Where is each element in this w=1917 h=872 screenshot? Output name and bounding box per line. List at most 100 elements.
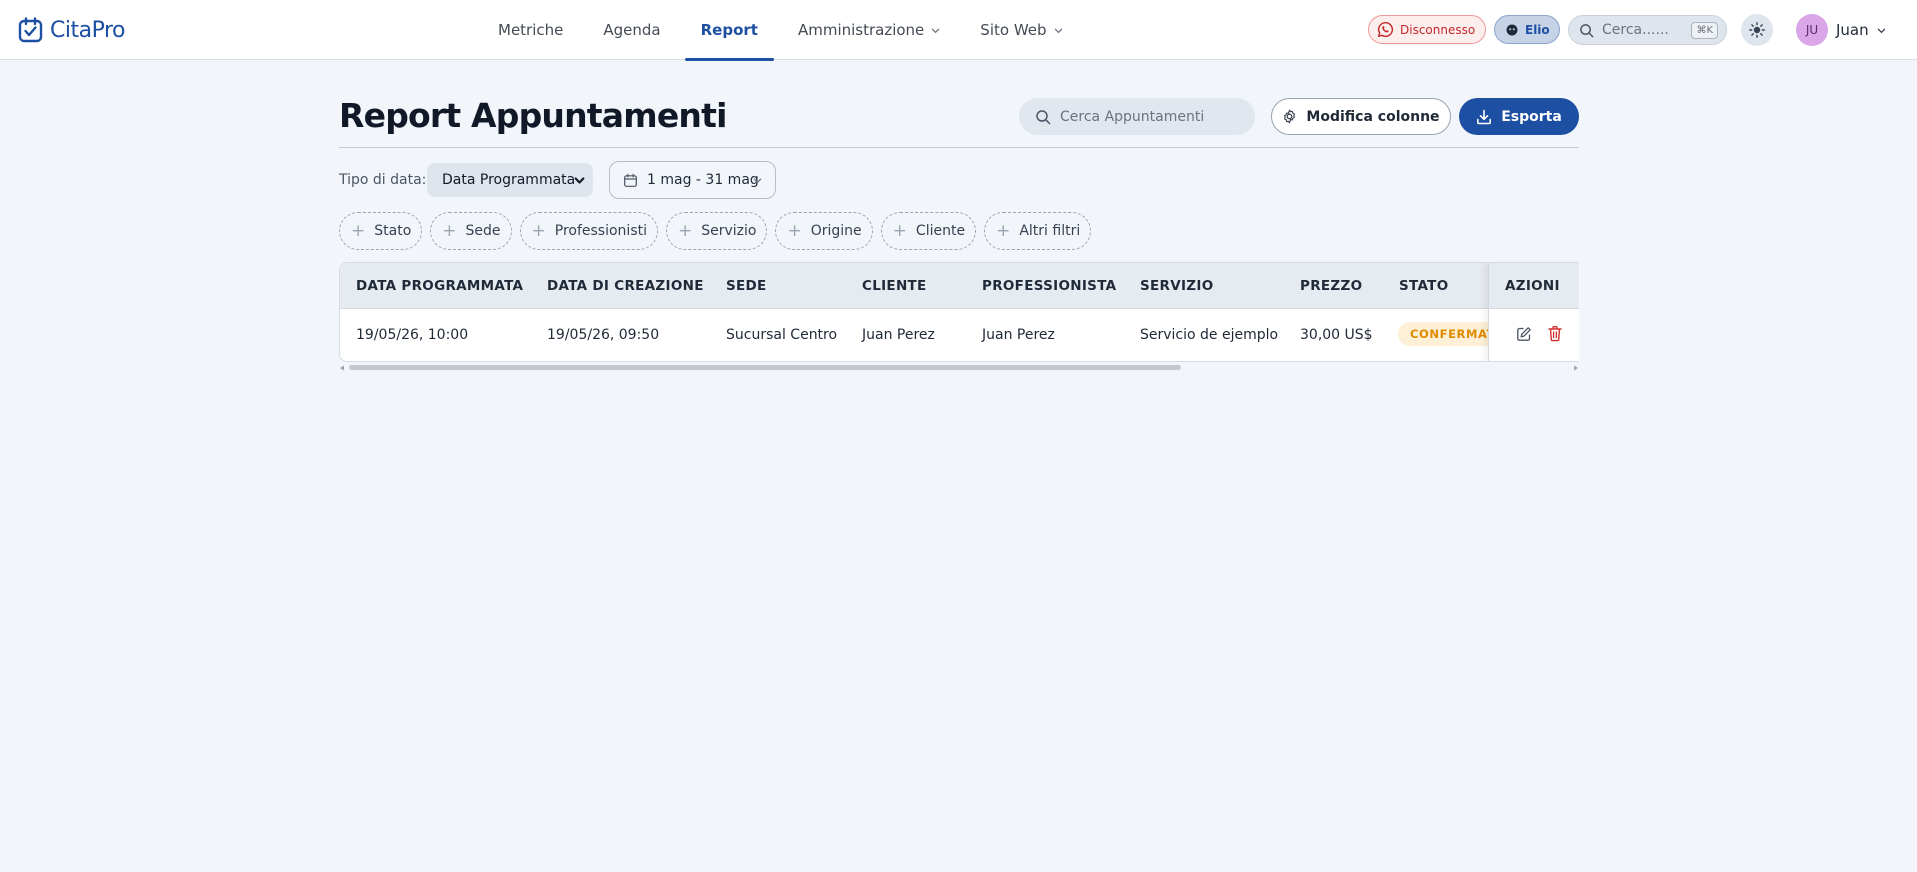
scrollbar-thumb[interactable] [349,365,1181,370]
column-header-professionista[interactable]: PROFESSIONISTA [982,278,1116,294]
nav-label: Metriche [498,21,564,39]
global-search-input[interactable]: Cerca...... ⌘K [1568,15,1727,45]
download-icon [1477,109,1492,124]
plus-icon: + [442,220,457,241]
date-type-label: Tipo di data: [339,172,427,188]
appointments-search-input[interactable]: Cerca Appuntamenti [1019,98,1255,135]
column-header-prezzo[interactable]: PREZZO [1300,278,1362,294]
filter-chip-sede[interactable]: + Sede [430,212,512,250]
app-logo[interactable]: CitaPro [18,16,125,44]
filter-chip-origine[interactable]: + Origine [775,212,873,250]
filter-chip-cliente[interactable]: + Cliente [880,212,977,250]
column-header-data-programmata[interactable]: DATA PROGRAMMATA [356,278,523,294]
cell-client: Juan Perez [862,327,935,343]
assistant-name: Elio [1525,22,1550,37]
cell-location: Sucursal Centro [726,327,838,343]
sun-icon [1749,22,1765,38]
header-divider [339,147,1579,148]
nav-label: Sito Web [980,21,1047,39]
plus-icon: + [787,220,802,241]
chevron-down-icon [1054,28,1062,33]
nav-label: Amministrazione [797,21,925,39]
plus-icon: + [351,220,366,241]
theme-toggle-button[interactable] [1741,14,1773,46]
nav-item-metriche[interactable]: Metriche [478,0,583,60]
column-header-stato[interactable]: STATO [1399,278,1448,294]
filter-chips: + Stato + Sede + Professionisti + Servizio +… [339,212,1092,250]
column-header-cliente[interactable]: CLIENTE [862,278,927,294]
whatsapp-icon [1377,21,1394,38]
chevron-down-icon [932,28,940,33]
column-header-azioni: AZIONI [1505,278,1560,294]
whatsapp-status-text: Disconnesso [1400,22,1476,37]
plus-icon: + [996,220,1011,241]
nav-label: Agenda [603,21,661,39]
gear-icon [1284,109,1296,124]
export-button[interactable]: Esporta [1459,98,1579,135]
table-row[interactable]: 19/05/26, 10:00 19/05/26, 09:50 Sucursal… [340,310,1579,361]
column-header-servizio[interactable]: SERVIZIO [1140,278,1214,294]
filter-chip-label: Altri filtri [1019,223,1081,239]
scroll-right-arrow-icon[interactable] [1573,365,1579,371]
filter-chip-label: Stato [374,223,412,239]
cell-scheduled-date: 19/05/26, 10:00 [356,327,469,343]
edit-icon[interactable] [1516,326,1532,342]
avatar: JU [1796,14,1828,46]
date-range-picker[interactable]: 1 mag - 31 mag [609,161,776,199]
calendar-icon [624,173,637,187]
user-name: Juan [1836,21,1869,39]
cell-service: Servicio de ejemplo [1140,327,1279,343]
export-label: Esporta [1501,108,1562,125]
filter-chip-altri-filtri[interactable]: + Altri filtri [984,212,1092,250]
scroll-left-arrow-icon[interactable] [339,365,345,371]
plus-icon: + [892,220,907,241]
column-header-data-di-creazione[interactable]: DATA DI CREAZIONE [547,278,704,294]
bot-face-icon [1506,24,1518,35]
filter-chip-label: Servizio [701,223,757,239]
filter-chip-label: Professionisti [554,223,647,239]
actions-column: AZIONI [1488,263,1579,361]
nav-item-agenda[interactable]: Agenda [583,0,680,60]
filter-chip-professionisti[interactable]: + Professionisti [519,212,658,250]
search-icon [1580,23,1594,37]
search-icon [1036,109,1051,124]
nav-label: Report [700,21,758,39]
user-menu[interactable]: JU Juan [1796,14,1886,46]
filter-chip-label: Origine [810,223,862,239]
cell-price: 30,00 US$ [1300,327,1373,343]
table-horizontal-scrollbar[interactable] [339,364,1579,371]
assistant-elio-badge[interactable]: Elio [1494,15,1560,44]
column-header-azioni-cell: AZIONI [1489,263,1579,309]
main-nav: Metriche Agenda Report Amministrazione S… [478,0,1083,61]
whatsapp-status-badge[interactable]: Disconnesso [1368,15,1486,44]
plus-icon: + [678,220,693,241]
nav-item-amministrazione[interactable]: Amministrazione [778,0,960,60]
chevron-down-icon [1877,28,1885,33]
chevron-down-icon [574,177,585,184]
filter-chip-label: Cliente [915,223,966,239]
filter-chip-label: Sede [465,223,501,239]
date-range-value: 1 mag - 31 mag [647,172,759,188]
date-type-select[interactable]: Data Programmata [427,163,593,197]
app-name: CitaPro [50,17,125,43]
calendar-check-logo-icon [18,17,43,43]
top-navbar: CitaPro Metriche Agenda Report Amministr… [0,0,1917,61]
appointments-table: DATA PROGRAMMATA DATA DI CREAZIONE SEDE … [339,262,1579,362]
date-type-value: Data Programmata [442,172,576,188]
appointments-search-placeholder: Cerca Appuntamenti [1060,108,1205,125]
cell-created-date: 19/05/26, 09:50 [547,327,660,343]
edit-columns-label: Modifica colonne [1306,108,1440,125]
nav-item-report[interactable]: Report [681,0,778,61]
shortcut-hint: ⌘K [1691,22,1718,39]
filter-chip-stato[interactable]: + Stato [339,212,423,250]
chevron-down-icon [753,178,762,184]
table-header: DATA PROGRAMMATA DATA DI CREAZIONE SEDE … [340,263,1579,309]
page-title: Report Appuntamenti [339,96,727,135]
filter-chip-servizio[interactable]: + Servizio [666,212,768,250]
global-search-placeholder: Cerca...... [1602,22,1669,38]
edit-columns-button[interactable]: Modifica colonne [1271,98,1451,135]
trash-icon[interactable] [1547,325,1563,342]
plus-icon: + [531,220,546,241]
column-header-sede[interactable]: SEDE [726,278,767,294]
nav-item-sito-web[interactable]: Sito Web [960,0,1082,60]
